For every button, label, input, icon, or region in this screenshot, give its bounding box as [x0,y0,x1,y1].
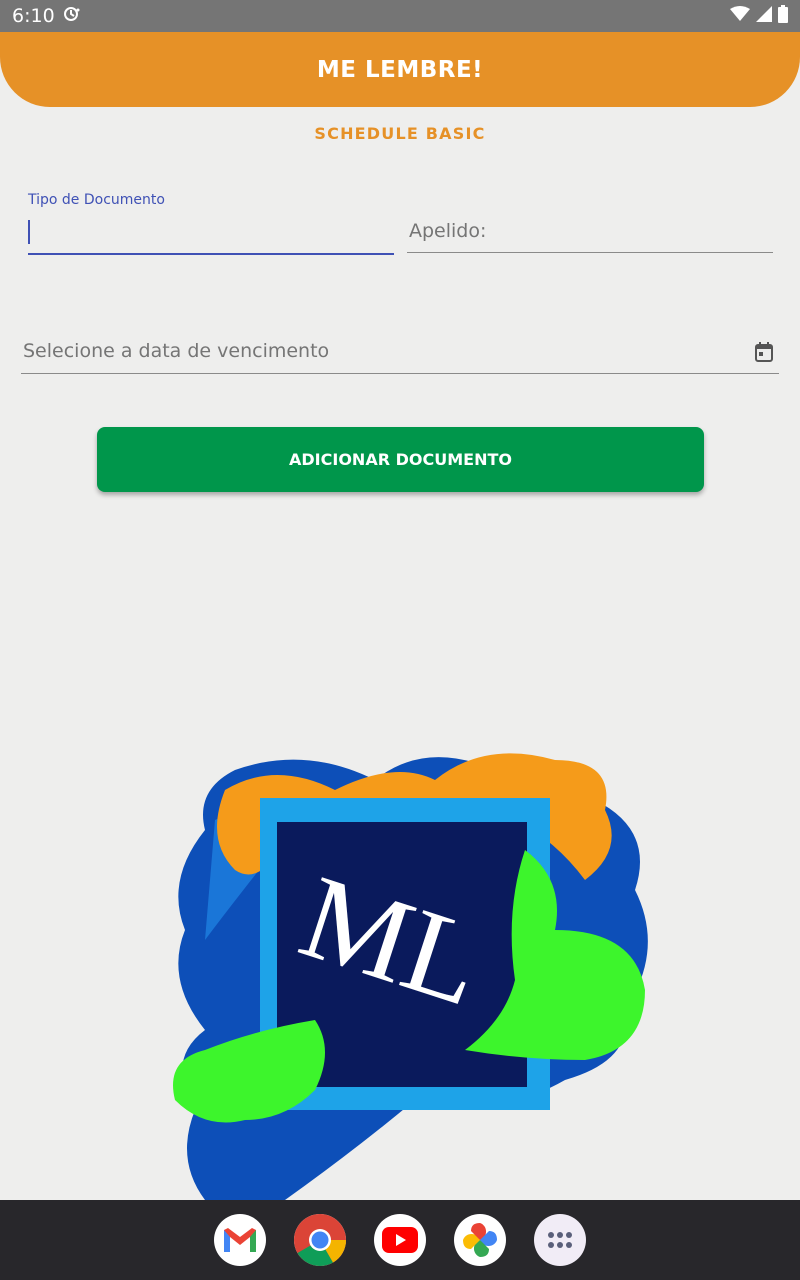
app-header: ME LEMBRE! [0,32,800,107]
add-document-button[interactable]: ADICIONAR DOCUMENTO [97,427,704,492]
sync-icon [63,5,81,27]
doc-type-field[interactable]: Tipo de Documento [28,192,394,255]
chrome-icon[interactable] [294,1214,346,1266]
doc-type-label: Tipo de Documento [28,192,165,208]
calendar-icon[interactable] [755,342,773,366]
due-date-field[interactable] [21,332,779,374]
status-bar: 6:10 [0,0,800,32]
due-date-underline [21,373,779,374]
signal-icon [756,5,772,27]
taskbar [0,1200,800,1280]
doc-type-input[interactable] [28,218,394,248]
app-logo: ML [165,730,665,1200]
app-title: ME LEMBRE! [316,56,484,83]
nickname-underline [407,252,773,253]
battery-icon [778,4,788,28]
wifi-icon [730,5,750,27]
due-date-input[interactable] [21,336,741,366]
nickname-field[interactable] [407,192,773,253]
text-caret [28,220,30,244]
page-subtitle: SCHEDULE BASIC [314,124,486,143]
youtube-icon[interactable] [374,1214,426,1266]
status-time: 6:10 [12,5,55,27]
nickname-input[interactable] [407,216,773,246]
photos-icon[interactable] [454,1214,506,1266]
gmail-icon[interactable] [214,1214,266,1266]
apps-drawer-icon[interactable] [534,1214,586,1266]
doc-type-underline [28,253,394,255]
